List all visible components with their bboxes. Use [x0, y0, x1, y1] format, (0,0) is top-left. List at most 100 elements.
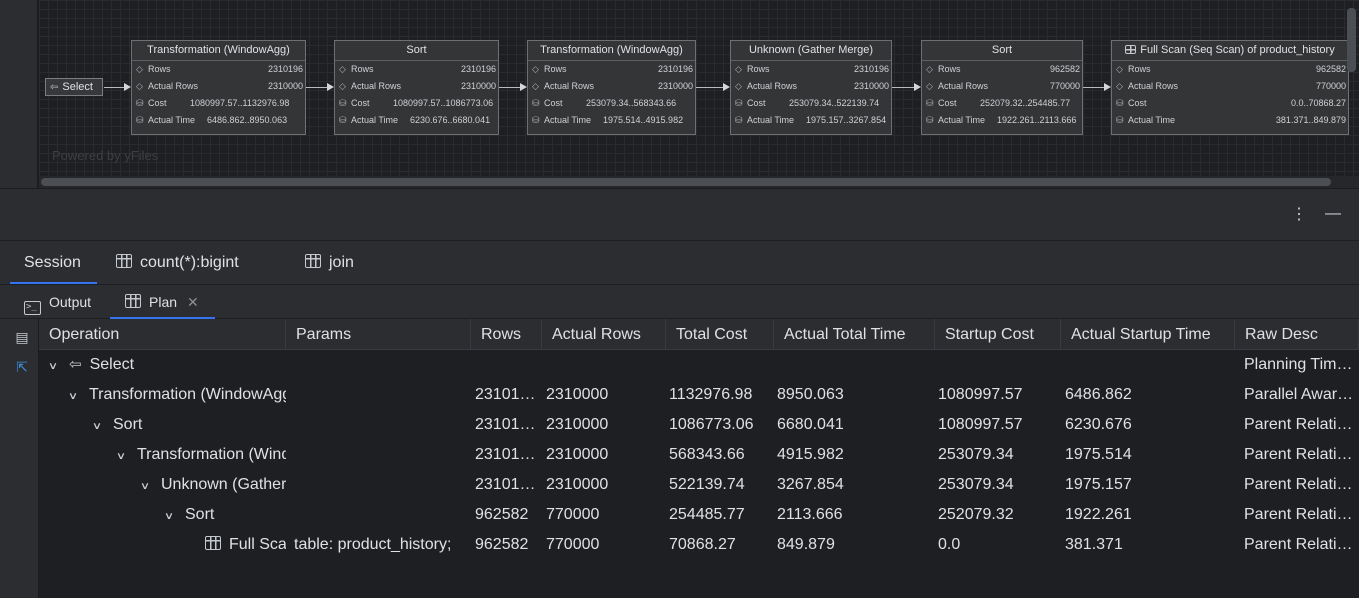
result-sub-tab-bar: >_ Output Plan ✕	[0, 284, 1359, 319]
table-row[interactable]: ∨ Sort 23101… 2310000 1086773.06 6680.041 1080…	[39, 410, 1359, 440]
plan-node-row-label: Actual Time	[544, 115, 592, 125]
expand-all-icon[interactable]: ⇱	[12, 358, 32, 376]
plan-node-row-value: 2310196	[267, 64, 303, 74]
hide-panel-button[interactable]: —	[1324, 205, 1342, 225]
actual-rows-cell: 2310000	[546, 476, 609, 493]
column-header[interactable]: Actual Startup Time	[1061, 319, 1235, 350]
yfiles-watermark: Powered by yFiles	[52, 148, 159, 163]
table-row[interactable]: Full Scan (Seq Scan) of product_history t…	[39, 530, 1359, 560]
table-row[interactable]: ∨ Sort 962582 770000 254485.77 2113.666 252079…	[39, 500, 1359, 530]
startup-cost-cell: 1080997.57	[938, 416, 1023, 433]
column-header[interactable]: Actual Rows	[542, 319, 666, 350]
show-raw-icon[interactable]: ▤	[12, 328, 32, 346]
column-header[interactable]: Params	[286, 319, 471, 350]
diagram-vertical-scrollbar[interactable]	[1347, 8, 1356, 72]
actual-total-time-cell: 6680.041	[777, 416, 844, 433]
plan-node-row: ⛁ Actual Time 1975.157..3267.854	[731, 112, 891, 129]
startup-cost-cell: 0.0	[938, 536, 961, 553]
plan-node-row-value: 1975.157..3267.854	[806, 115, 887, 125]
column-header[interactable]: Startup Cost	[935, 319, 1061, 350]
params-cell	[294, 410, 474, 440]
chevron-down-icon[interactable]: ∨	[45, 352, 62, 380]
chevron-down-icon[interactable]: ∨	[113, 442, 130, 470]
plan-node[interactable]: Sort ◇ Rows 2310196 ◇ Actual Rows 2310000 ⛁ Cost…	[334, 40, 499, 135]
actual-startup-time-cell: 1922.261	[1065, 506, 1132, 523]
more-options-button[interactable]: ⋮	[1290, 205, 1308, 225]
operation-label: Transformation (WindowAgg)	[89, 386, 286, 403]
column-header[interactable]: Total Cost	[666, 319, 774, 350]
select-icon: ⇦	[69, 356, 82, 373]
actual-rows-cell: 2310000	[546, 416, 609, 433]
actual-startup-time-cell: 6230.676	[1065, 416, 1132, 433]
rows-cell	[475, 350, 545, 380]
database-icon: ⛁	[532, 115, 540, 125]
chevron-down-icon[interactable]: ∨	[137, 472, 154, 500]
raw-desc-cell: Parent Relati…	[1244, 476, 1353, 493]
plan-diagram[interactable]: ⇦ Select Powered by yFiles Transformation…	[0, 0, 1359, 188]
table-row[interactable]: ∨ Unknown (Gather Merge) 23101… 2310000 5221…	[39, 470, 1359, 500]
plan-node[interactable]: Full Scan (Seq Scan) of product_history ◇…	[1111, 40, 1349, 135]
edge-arrowhead	[914, 83, 921, 91]
database-icon: ⛁	[926, 115, 934, 125]
tool-strip: ⋮ —	[0, 188, 1359, 240]
plan-node-row-label: Actual Rows	[351, 81, 402, 91]
startup-cost-cell: 253079.34	[938, 476, 1014, 493]
plan-node-row-label: Cost	[1128, 98, 1147, 108]
operation-cell: ∨ Sort	[39, 500, 286, 530]
table-row[interactable]: ∨ Transformation (WindowAgg) 23101… 2310000…	[39, 380, 1359, 410]
select-icon: ⇦	[50, 82, 59, 93]
column-header[interactable]: Raw Desc	[1235, 319, 1359, 350]
table-row[interactable]: ∨ Transformation (WindowAgg) 23101… 2310000…	[39, 440, 1359, 470]
chevron-down-icon[interactable]: ∨	[65, 382, 82, 410]
diamond-icon: ◇	[339, 64, 346, 74]
column-header[interactable]: Rows	[471, 319, 542, 350]
raw-desc-cell: Parent Relati…	[1244, 446, 1353, 463]
actual-rows-cell: 770000	[546, 536, 600, 553]
tab-join[interactable]: join	[305, 241, 354, 285]
startup-cost-cell	[938, 350, 1062, 380]
rows-cell: 23101…	[475, 416, 536, 433]
plan-node-row-label: Actual Time	[351, 115, 399, 125]
plan-node-row-label: Cost	[747, 98, 766, 108]
diagram-canvas[interactable]: ⇦ Select Powered by yFiles Transformation…	[39, 0, 1359, 176]
tab-session[interactable]: Session	[10, 241, 97, 285]
plan-node-title: Full Scan (Seq Scan) of product_history	[1112, 41, 1348, 61]
rows-cell: 23101…	[475, 446, 536, 463]
chevron-down-icon[interactable]: ∨	[89, 412, 106, 440]
database-icon: ⛁	[926, 98, 934, 108]
tab-output[interactable]: >_ Output	[24, 285, 91, 319]
tab-count-bigint[interactable]: count(*):bigint	[116, 241, 239, 285]
plan-node-row: ⛁ Actual Time 1922.261..2113.666	[922, 112, 1082, 129]
total-cost-cell: 70868.27	[669, 536, 736, 553]
plan-node-row-label: Rows	[351, 64, 374, 74]
plan-node[interactable]: Transformation (WindowAgg) ◇ Rows 2310196 ◇ A…	[527, 40, 696, 135]
plan-node-row-label: Rows	[747, 64, 770, 74]
tab-plan[interactable]: Plan ✕	[110, 285, 215, 319]
table-row[interactable]: ∨ ⇦ Select Planning Tim…	[39, 350, 1359, 380]
column-header[interactable]: Operation	[39, 319, 286, 350]
plan-node-row-value: 2310196	[853, 64, 889, 74]
plan-node-row: ◇ Rows 2310196	[528, 61, 695, 78]
close-icon[interactable]: ✕	[187, 285, 199, 319]
plan-node[interactable]: Unknown (Gather Merge) ◇ Rows 2310196 ◇ Actua…	[730, 40, 892, 135]
column-header[interactable]: Actual Total Time	[774, 319, 935, 350]
edge-line	[499, 87, 521, 88]
database-icon: ⛁	[1116, 98, 1124, 108]
diagram-select-node[interactable]: ⇦ Select	[45, 78, 103, 96]
plan-node[interactable]: Transformation (WindowAgg) ◇ Rows 2310196 ◇ A…	[131, 40, 306, 135]
edge-arrowhead	[327, 83, 334, 91]
params-cell	[294, 470, 474, 500]
tab-output-label: Output	[49, 294, 92, 310]
diagram-horizontal-scrollbar[interactable]	[39, 176, 1359, 188]
diamond-icon: ◇	[735, 81, 742, 91]
rows-cell: 23101…	[475, 476, 536, 493]
scrollbar-thumb[interactable]	[41, 178, 1331, 186]
params-cell: table: product_history;	[294, 536, 452, 553]
chevron-down-icon[interactable]: ∨	[161, 502, 178, 530]
plan-node-row: ⛁ Cost 1080997.57..1086773.06	[335, 95, 498, 112]
tab-plan-label: Plan	[149, 294, 178, 310]
params-cell	[294, 380, 474, 410]
diamond-icon: ◇	[136, 81, 143, 91]
plan-node[interactable]: Sort ◇ Rows 962582 ◇ Actual Rows 770000 ⛁ Cost 25…	[921, 40, 1083, 135]
actual-startup-time-cell: 381.371	[1065, 536, 1123, 553]
